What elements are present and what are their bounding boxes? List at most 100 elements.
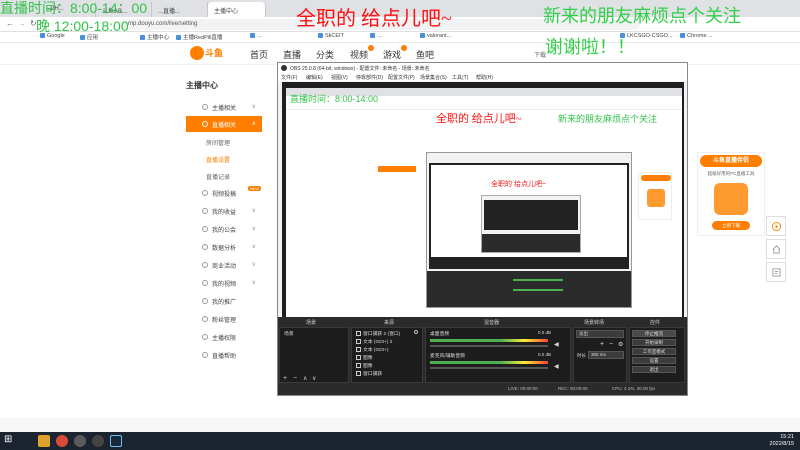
obs-menu-profile[interactable]: 配置文件(P) (388, 74, 415, 81)
bookmark-item[interactable]: valorant... (420, 33, 451, 39)
play-side-button[interactable] (766, 216, 786, 236)
scenes-dock: 场景 + − ∧ ∨ (279, 327, 349, 383)
add-transition-icon[interactable]: + (600, 341, 604, 348)
transition-select[interactable]: 淡出 (576, 330, 624, 338)
obs-icon[interactable] (74, 435, 86, 447)
source-item[interactable]: 文本 (GDI+) 2 (356, 338, 392, 346)
nav-live[interactable]: 直播 (283, 48, 301, 61)
douyu-logo[interactable]: 斗鱼 (190, 46, 230, 62)
nested-meter (513, 279, 563, 281)
source-item[interactable]: 窗口捕获 2 (窗口) (356, 330, 400, 338)
menu-item-business[interactable]: 商业活动 ∨ (186, 257, 262, 273)
source-item[interactable]: 窗口捕获 (356, 370, 382, 378)
bookmark-item[interactable]: SkCEIT (318, 33, 344, 39)
rec-timer: REC: 00:00:00 (558, 386, 588, 391)
bookmark-item[interactable]: ... (250, 33, 262, 39)
volume-slider[interactable] (430, 367, 548, 369)
menu-item-live-record[interactable]: 直播记录 (186, 168, 262, 184)
settings-button[interactable]: 设置 (632, 357, 676, 364)
guild-icon (202, 226, 208, 232)
bookmark-item[interactable]: 主播中心 (140, 33, 169, 41)
obs-menu-view[interactable]: 视图(V) (331, 74, 348, 81)
menu-item-live-settings[interactable]: 直播设置 (186, 151, 262, 167)
move-down-icon[interactable]: ∨ (312, 375, 316, 382)
menu-item-my-video[interactable]: 我的视频 ∨ (186, 275, 262, 291)
menu-item-promotion[interactable]: 我的推广 (186, 293, 262, 309)
nested-overlay-main: 全职的 给点儿吧~ (436, 113, 522, 125)
menu-item-fans[interactable]: 粉丝管理 (186, 311, 262, 327)
nested-promo-img (647, 189, 665, 207)
chevron-icon: ∨ (251, 280, 256, 286)
mixer-db: 0.0 dB (538, 330, 552, 335)
nav-home[interactable]: 首页 (250, 48, 268, 61)
exit-button[interactable]: 退出 (632, 366, 676, 373)
bookmark-item[interactable]: Chrome ... (680, 33, 713, 39)
back-icon[interactable]: ← (6, 19, 14, 28)
obs-menu-scene-collection[interactable]: 场景集合(S) (420, 74, 447, 81)
menu-item-live[interactable]: 直播相关 ∧ (186, 116, 262, 132)
file-explorer-icon[interactable] (38, 435, 50, 447)
remove-scene-icon[interactable]: − (293, 375, 297, 382)
source-item[interactable]: 图像 (356, 354, 373, 362)
menu-item-permission[interactable]: 主播权限 (186, 329, 262, 345)
menu-item-income[interactable]: 我的收益 ∨ (186, 203, 262, 219)
browser-tab-active[interactable]: 主播中心 (208, 2, 266, 17)
dock-title-transitions: 场景转场 (584, 320, 605, 326)
volume-slider[interactable] (430, 345, 548, 347)
obs-menu-docks[interactable]: 停靠部件(D) (356, 74, 383, 81)
bookmark-item[interactable]: 主播RedPill直播 (176, 33, 222, 41)
nested-overlay-main-2: 全职的 给点儿吧~ (491, 181, 547, 188)
remove-transition-icon[interactable]: − (609, 341, 613, 348)
scene-item[interactable]: 场景 (284, 330, 294, 338)
visibility-eye-icon[interactable] (414, 330, 418, 334)
forward-icon[interactable]: → (18, 19, 26, 28)
source-item[interactable]: 文本 (GDI+) (356, 346, 388, 354)
source-item[interactable]: 图像 (356, 362, 373, 370)
mixer-dock: 桌面音频 0.0 dB ◀ 麦克风/辅助音频 0.0 dB ◀ (425, 327, 571, 383)
bookmark-item[interactable]: ... (370, 33, 382, 39)
nav-category[interactable]: 分类 (316, 48, 334, 61)
add-scene-icon[interactable]: + (283, 375, 287, 382)
menu-item-room-manage[interactable]: 房间管理 (186, 134, 262, 150)
obs-logo-icon (281, 65, 287, 71)
feedback-side-button[interactable] (766, 262, 786, 282)
chart-icon (202, 244, 208, 250)
nav-video[interactable]: 视频 (350, 45, 375, 61)
obs-menu-edit[interactable]: 编辑(E) (306, 74, 323, 81)
obs-menu-help[interactable]: 帮助(H) (476, 74, 493, 81)
start-recording-button[interactable]: 开始录制 (632, 339, 676, 346)
steam-icon[interactable] (110, 435, 122, 447)
menu-item-video-upload[interactable]: 视频投稿 NEW (186, 185, 262, 201)
image-icon (356, 363, 361, 369)
nav-yuba[interactable]: 鱼吧 (416, 48, 434, 61)
taskbar-clock[interactable]: 15:21 2022/8/15 (770, 434, 794, 448)
stop-streaming-button[interactable]: 停止推流 (632, 330, 676, 337)
anchor-center-menu: 主播中心 主播相关 ∨ 直播相关 ∧ 房间管理 直播设置 直播记录 视频投稿 NEW … (186, 74, 262, 430)
overlay-thanks-text: 谢谢啦！！ (545, 37, 635, 57)
window-capture-icon (356, 371, 361, 377)
mixer-channel-name: 桌面音频 (430, 332, 450, 337)
speaker-icon[interactable]: ◀ (554, 341, 559, 348)
obs-menu-tools[interactable]: 工具(T) (452, 74, 468, 81)
obs-menu-file[interactable]: 文件(F) (281, 74, 297, 81)
move-up-icon[interactable]: ∧ (303, 375, 307, 382)
nested-overlay-time: 直播时间：8:00-14:00 (290, 94, 379, 104)
home-side-button[interactable] (766, 239, 786, 259)
app-icon[interactable] (92, 435, 104, 447)
browser-tab[interactable]: ...直播... (152, 2, 208, 17)
duration-input[interactable]: 300 ms (588, 351, 624, 359)
menu-item-data[interactable]: 数据分析 ∨ (186, 239, 262, 255)
mixer-channel-name: 麦克风/辅助音频 (430, 354, 465, 359)
download-assistant-button[interactable]: 立即下载 (712, 221, 750, 230)
gear-icon[interactable]: ⚙ (618, 341, 623, 348)
menu-item-help[interactable]: 直播帮助 (186, 347, 262, 363)
studio-mode-button[interactable]: 工作室模式 (632, 348, 676, 355)
windows-start-icon[interactable]: ⊞ (4, 434, 16, 446)
windows-taskbar: ⊞ 15:21 2022/8/15 (0, 432, 800, 450)
speaker-icon[interactable]: ◀ (554, 363, 559, 370)
menu-item-anchor[interactable]: 主播相关 ∨ (186, 99, 262, 115)
nav-game[interactable]: 游戏 (383, 45, 408, 61)
chrome-icon[interactable] (56, 435, 68, 447)
dock-title-controls: 控件 (650, 320, 661, 326)
menu-item-guild[interactable]: 我的公会 ∨ (186, 221, 262, 237)
